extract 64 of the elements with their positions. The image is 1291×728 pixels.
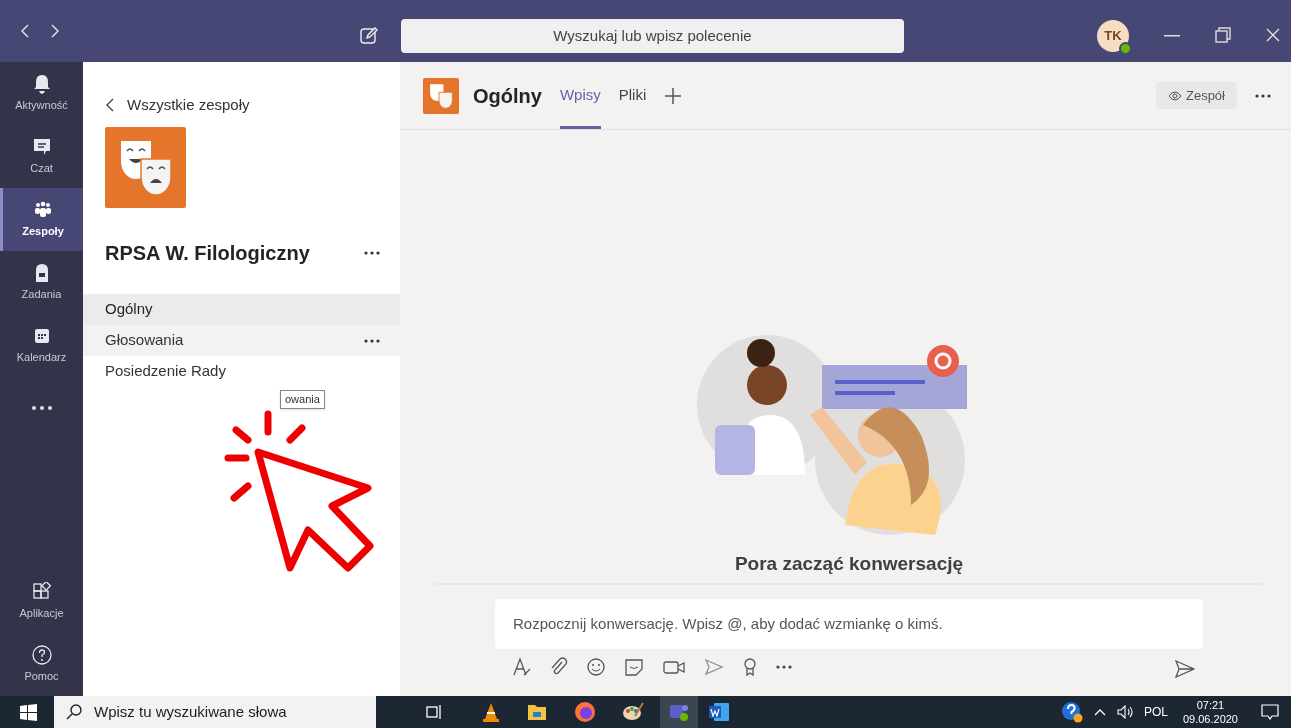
- more-icon[interactable]: [776, 665, 792, 669]
- app-bar-item[interactable]: Czat: [0, 125, 83, 188]
- apps-icon: [31, 581, 52, 602]
- search-field[interactable]: Wyszukaj lub wpisz polecenie: [401, 19, 904, 53]
- more-icon[interactable]: [364, 251, 380, 255]
- channel-item[interactable]: Głosowania: [83, 325, 400, 356]
- stream-icon[interactable]: [704, 657, 724, 677]
- forward-icon[interactable]: [50, 23, 60, 39]
- app-bar-item[interactable]: Aplikacje: [0, 570, 83, 633]
- sticker-icon[interactable]: [624, 657, 644, 677]
- format-icon[interactable]: [512, 657, 532, 677]
- clock-time[interactable]: 07:21: [1196, 698, 1225, 712]
- clock-date[interactable]: 09.06.2020: [1182, 712, 1238, 726]
- emoji-icon[interactable]: [586, 657, 606, 677]
- back-icon[interactable]: [105, 97, 115, 113]
- back-link[interactable]: Wszystkie zespoły: [127, 93, 250, 117]
- task-view-icon[interactable]: [426, 704, 442, 720]
- more-icon[interactable]: [364, 338, 380, 343]
- more-icon[interactable]: [1255, 93, 1271, 98]
- channel-title: Ogólny: [473, 83, 542, 109]
- paperclip-icon[interactable]: [550, 657, 568, 677]
- team-button[interactable]: Zespół: [1155, 82, 1237, 109]
- status-badge: [1119, 42, 1132, 55]
- avatar[interactable]: TK: [1097, 20, 1129, 52]
- empty-state-heading: Pora zacząć konwersację: [734, 552, 964, 576]
- teams-taskbar-button[interactable]: [660, 696, 698, 728]
- app-bar-item[interactable]: Zadania: [0, 251, 83, 314]
- chevron-up-icon[interactable]: [1093, 708, 1106, 716]
- help-tray-icon[interactable]: [1060, 701, 1083, 723]
- input-language[interactable]: POL: [1143, 703, 1168, 721]
- restore-icon[interactable]: [1215, 27, 1231, 43]
- teams-app-icon: [668, 702, 690, 722]
- team-logo: [423, 77, 459, 114]
- send-icon[interactable]: [1175, 660, 1195, 678]
- team-name: RPSA W. Filologiczny: [105, 241, 310, 266]
- more-apps-icon[interactable]: [31, 406, 52, 410]
- close-icon[interactable]: [1266, 28, 1280, 42]
- document-icon[interactable]: [708, 702, 730, 722]
- channel-item[interactable]: Posiedzenie Rady: [83, 356, 400, 387]
- add-tab-icon[interactable]: [664, 86, 683, 105]
- app-bar-item[interactable]: Kalendarz: [0, 314, 83, 377]
- browser-icon[interactable]: [574, 701, 596, 723]
- cone-icon[interactable]: [482, 702, 500, 722]
- folder-icon[interactable]: [527, 703, 547, 721]
- chat-icon: [31, 136, 52, 157]
- channel-item[interactable]: Ogólny: [83, 294, 400, 325]
- app-bar-item[interactable]: Aktywność: [0, 62, 83, 125]
- compose-field[interactable]: Rozpocznij konwersację. Wpisz @, aby dodać wzmiankę o kimś.: [495, 599, 1203, 649]
- palette-icon[interactable]: [622, 702, 644, 722]
- windows-start-icon[interactable]: [20, 703, 37, 721]
- tab[interactable]: Wpisy: [559, 62, 601, 129]
- tab[interactable]: Pliki: [618, 62, 647, 129]
- eye-icon: [1167, 90, 1182, 101]
- help-icon: [31, 644, 52, 665]
- badge-icon[interactable]: [742, 657, 758, 677]
- taskbar-search-field[interactable]: Wpisz tu wyszukiwane słowa: [54, 696, 376, 728]
- tooltip: owania: [280, 390, 325, 409]
- search-icon: [66, 704, 82, 720]
- compose-icon[interactable]: [360, 27, 378, 45]
- app-bar-item[interactable]: Pomoc: [0, 633, 83, 696]
- notifications-icon[interactable]: [1261, 704, 1279, 720]
- app-bar-item[interactable]: Zespoły: [0, 188, 83, 251]
- speaker-icon[interactable]: [1116, 705, 1133, 719]
- people-icon: [33, 199, 53, 220]
